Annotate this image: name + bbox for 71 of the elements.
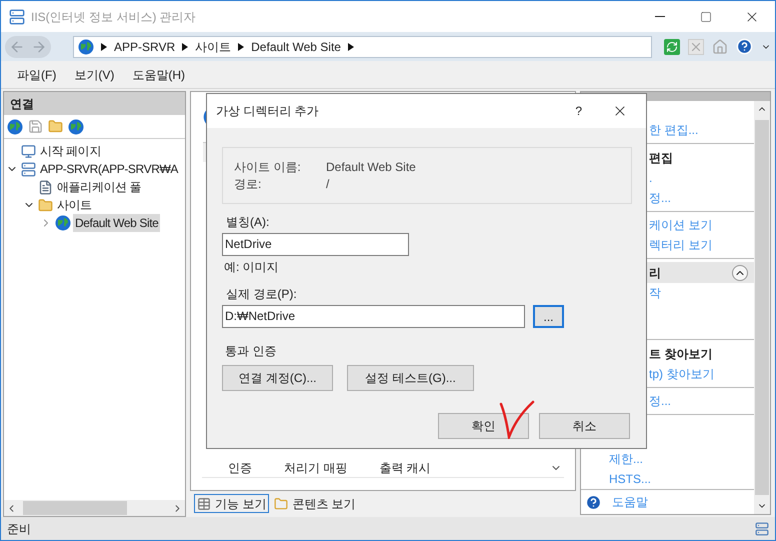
globe-icon <box>55 215 71 231</box>
maximize-icon <box>700 10 712 22</box>
globe-icon <box>68 118 84 134</box>
home-icon[interactable] <box>712 38 728 54</box>
menu-item[interactable]: 파일(F) <box>9 66 64 84</box>
vertical-scrollbar[interactable] <box>754 101 770 514</box>
folder-icon[interactable] <box>48 119 63 134</box>
feature-item[interactable]: 처리기 매핑 <box>284 458 348 476</box>
server-icon <box>755 522 769 536</box>
horizontal-scrollbar[interactable] <box>4 500 185 516</box>
info-value: / <box>326 176 330 192</box>
dialog-button[interactable]: 연결 계정(C)... <box>222 365 333 391</box>
panel-title: 연결 <box>10 96 34 112</box>
check-mark-drawing <box>499 399 535 439</box>
app-icon <box>9 8 25 24</box>
menu-item[interactable]: 보기(V) <box>66 66 122 84</box>
help-icon[interactable] <box>736 38 753 55</box>
document-icon <box>38 180 53 194</box>
view-tab[interactable]: 콘텐츠 보기 <box>271 494 359 513</box>
refresh-icon[interactable] <box>664 38 680 54</box>
view-tab[interactable]: 기능 보기 <box>194 494 270 513</box>
save-icon[interactable] <box>28 119 43 134</box>
menu-item[interactable]: 도움말(H) <box>124 66 193 84</box>
info-label: 사이트 이름: <box>234 160 302 174</box>
section-heading: 편집 <box>649 150 673 166</box>
address-field[interactable]: APP-SRVR 사이트 Default Web Site <box>73 36 652 58</box>
feature-item[interactable]: 인증 <box>228 458 252 476</box>
section-heading: 트 찾아보기 <box>649 346 712 362</box>
section-label: 통과 인증 <box>225 344 278 359</box>
table-icon <box>197 496 211 510</box>
separator-arrow-icon <box>238 42 244 50</box>
stop-icon[interactable] <box>688 38 704 54</box>
tree-item[interactable]: 사이트 <box>55 196 94 214</box>
help-icon <box>585 494 602 510</box>
globe-icon <box>7 118 23 134</box>
forward-icon[interactable] <box>31 38 47 54</box>
separator-arrow-icon <box>101 42 107 50</box>
window-title: IIS(인터넷 정보 서비스) 관리자 <box>31 8 196 26</box>
alias-input[interactable]: NetDrive <box>222 233 409 256</box>
dialog-button[interactable]: 설정 테스트(G)... <box>347 365 474 391</box>
info-value: Default Web Site <box>326 160 417 174</box>
help-glyph[interactable]: ? <box>575 102 582 120</box>
field-label: 별칭(A): <box>226 215 270 230</box>
path-input[interactable]: D:₩NetDrive <box>222 305 525 328</box>
minimize-icon <box>655 16 665 17</box>
dialog-title: 가상 디렉터리 추가 <box>216 103 319 120</box>
folder-icon <box>38 198 53 212</box>
field-label: 실제 경로(P): <box>226 287 298 302</box>
server-icon <box>21 162 36 176</box>
collapse-icon[interactable] <box>732 264 748 280</box>
separator-arrow-icon <box>182 42 188 50</box>
browse-button[interactable]: ... <box>533 305 564 328</box>
tree-item[interactable]: 시작 페이지 <box>38 142 103 160</box>
example-text: 예: 이미지 <box>224 260 280 275</box>
breadcrumb-item[interactable]: 사이트 <box>195 38 232 56</box>
tree-item[interactable]: APP-SRVR(APP-SRVR₩A <box>38 160 180 178</box>
feature-item[interactable]: 출력 캐시 <box>379 458 431 476</box>
separator-arrow-icon <box>348 42 354 50</box>
info-label: 경로: <box>234 176 262 192</box>
tree-item[interactable]: Default Web Site <box>73 214 160 232</box>
status-text: 준비 <box>7 520 31 538</box>
dialog-button[interactable]: 취소 <box>539 413 630 439</box>
globe-icon <box>78 38 94 54</box>
tree-item[interactable]: 애플리케이션 풀 <box>55 178 144 196</box>
breadcrumb-item[interactable]: Default Web Site <box>251 38 341 56</box>
back-icon[interactable] <box>9 38 25 54</box>
dialog-button[interactable]: 확인 <box>438 413 529 439</box>
section-heading: 리 <box>649 264 661 282</box>
folder-icon <box>274 496 288 510</box>
monitor-icon <box>21 144 36 158</box>
breadcrumb-item[interactable]: APP-SRVR <box>114 38 176 56</box>
